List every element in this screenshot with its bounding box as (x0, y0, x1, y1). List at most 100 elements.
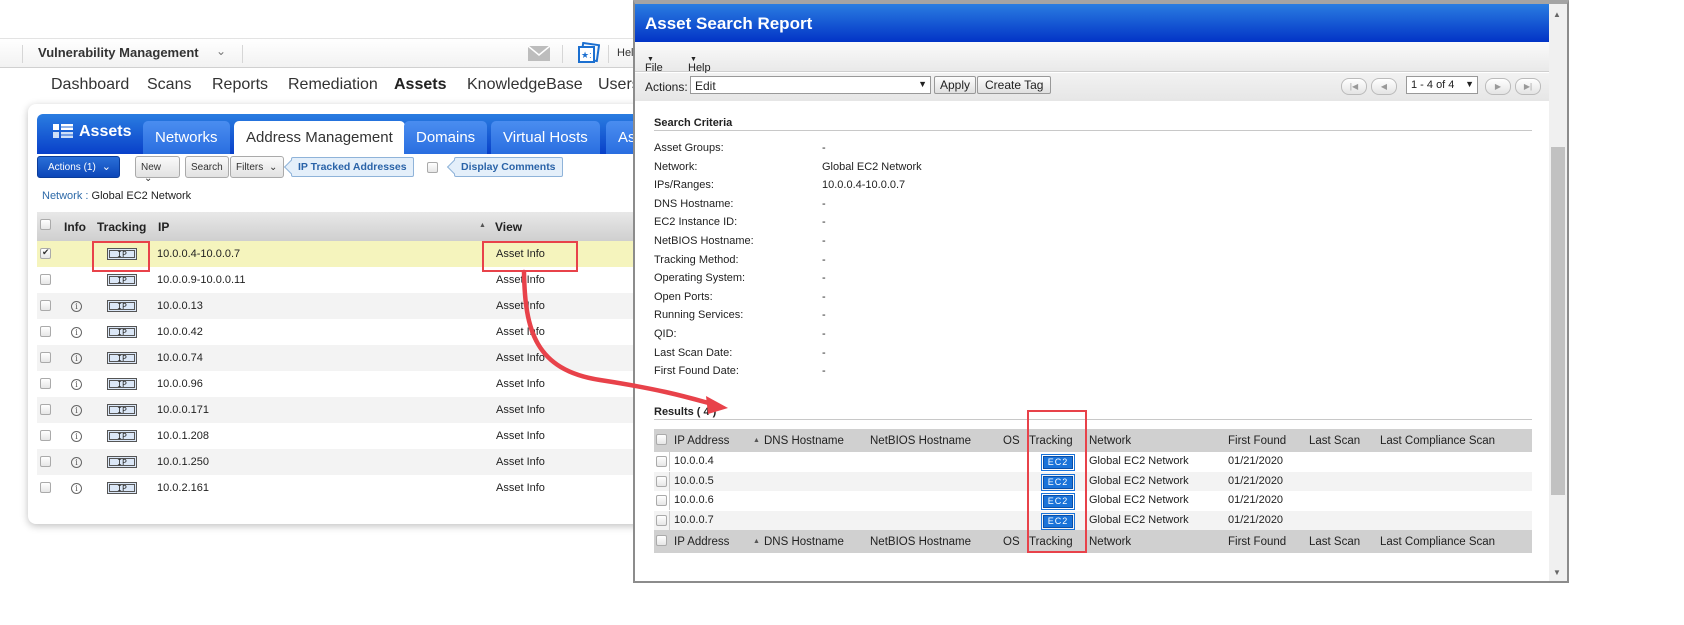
menu-help[interactable]: Help ▼ (688, 52, 711, 74)
row-checkbox[interactable] (656, 456, 667, 467)
row-checkbox[interactable] (656, 475, 667, 487)
table-row[interactable]: i IP 10.0.0.42 Asset Info (37, 319, 668, 345)
info-icon[interactable]: i (71, 483, 82, 494)
create-tag-button[interactable]: Create Tag (977, 76, 1052, 94)
table-row[interactable]: i IP 10.0.1.208 Asset Info (37, 423, 668, 449)
row-checkbox[interactable] (40, 326, 51, 337)
row-checkbox[interactable] (656, 495, 667, 506)
chevron-down-icon[interactable]: ⌄ (216, 44, 226, 58)
info-icon[interactable]: i (71, 431, 82, 442)
column-header[interactable]: IP Address (674, 536, 729, 548)
asset-info-link[interactable]: Asset Info (496, 456, 545, 468)
row-checkbox[interactable] (40, 300, 51, 311)
actions-button[interactable]: Actions (1) ⌄ (37, 156, 120, 178)
asset-info-link[interactable]: Asset Info (496, 482, 545, 494)
help-link[interactable]: Hel (617, 47, 634, 59)
select-all-checkbox[interactable] (656, 434, 667, 445)
result-ip[interactable]: 10.0.0.6 (674, 494, 714, 506)
asset-info-link[interactable]: Asset Info (496, 404, 545, 416)
tab-address-management[interactable]: Address Management (234, 121, 405, 154)
table-row[interactable]: i IP 10.0.0.171 Asset Info (37, 397, 668, 423)
table-row[interactable]: i IP 10.0.0.96 Asset Info (37, 371, 668, 397)
nav-reports[interactable]: Reports (212, 76, 268, 94)
result-ip[interactable]: 10.0.0.5 (674, 475, 714, 487)
column-header[interactable]: Last Compliance Scan (1380, 435, 1495, 447)
column-header[interactable]: Last Scan (1309, 435, 1360, 447)
column-header[interactable]: First Found (1228, 435, 1286, 447)
result-ip[interactable]: 10.0.0.7 (674, 514, 714, 526)
column-header[interactable]: OS (1003, 435, 1020, 447)
asset-info-link[interactable]: Asset Info (496, 352, 545, 364)
nav-remediation[interactable]: Remediation (288, 76, 378, 94)
asset-info-link[interactable]: Asset Info (496, 326, 545, 338)
nav-assets[interactable]: Assets (394, 76, 446, 94)
column-header[interactable]: DNS Hostname (764, 435, 844, 447)
search-button[interactable]: Search (185, 156, 229, 178)
previous-page-button[interactable]: ◀ (1371, 78, 1397, 95)
menu-file[interactable]: File ▼ (645, 52, 663, 74)
page-range-select[interactable]: 1 - 4 of 4 ▼ (1406, 76, 1478, 94)
sort-asc-icon[interactable]: ▲ (753, 538, 760, 545)
info-icon[interactable]: i (71, 405, 82, 416)
column-header[interactable]: OS (1003, 536, 1020, 548)
asset-info-link[interactable]: Asset Info (496, 430, 545, 442)
info-icon[interactable]: i (71, 353, 82, 364)
result-row[interactable]: 10.0.0.7 EC2 Global EC2 Network 01/21/2020 (654, 510, 1532, 530)
info-icon[interactable]: i (71, 327, 82, 338)
row-checkbox[interactable] (40, 482, 51, 493)
tab-domains[interactable]: Domains (404, 121, 488, 154)
table-row[interactable]: i IP 10.0.1.250 Asset Info (37, 449, 668, 475)
ip-tracked-filter-tag[interactable]: IP Tracked Addresses (291, 157, 414, 177)
asset-info-link[interactable]: Asset Info (496, 378, 545, 390)
column-header[interactable]: Network (1089, 435, 1131, 447)
select-all-checkbox[interactable] (656, 535, 667, 546)
result-ip[interactable]: 10.0.0.4 (674, 455, 714, 467)
row-checkbox[interactable] (40, 404, 51, 415)
table-row[interactable]: i IP 10.0.0.74 Asset Info (37, 345, 668, 371)
new-button[interactable]: New ⌄ (135, 156, 180, 184)
row-checkbox[interactable] (40, 352, 51, 363)
column-header[interactable]: Network (1089, 536, 1131, 548)
next-page-button[interactable]: ▶ (1485, 78, 1511, 95)
nav-scans[interactable]: Scans (147, 76, 191, 94)
row-checkbox[interactable] (40, 430, 51, 441)
nav-dashboard[interactable]: Dashboard (51, 76, 129, 94)
actions-select[interactable]: Edit ▼ (690, 76, 931, 94)
row-checkbox[interactable] (40, 456, 51, 467)
asset-info-link[interactable]: Asset Info (496, 300, 545, 312)
row-checkbox[interactable] (656, 514, 667, 526)
display-comments-checkbox[interactable] (427, 162, 438, 173)
info-icon[interactable]: i (71, 379, 82, 390)
column-header[interactable]: NetBIOS Hostname (870, 435, 971, 447)
tab-networks[interactable]: Networks (143, 121, 230, 154)
result-row[interactable]: 10.0.0.5 EC2 Global EC2 Network 01/21/2020 (654, 471, 1532, 491)
filters-button[interactable]: Filters ⌄ (230, 156, 284, 178)
result-row[interactable]: 10.0.0.6 EC2 Global EC2 Network 01/21/2020 (654, 491, 1532, 511)
info-icon[interactable]: i (71, 301, 82, 312)
sort-asc-icon[interactable]: ▲ (479, 222, 486, 229)
result-row[interactable]: 10.0.0.4 EC2 Global EC2 Network 01/21/2020 (654, 452, 1532, 472)
row-checkbox[interactable] (40, 378, 51, 389)
scroll-up-icon[interactable]: ▲ (1553, 10, 1561, 19)
column-tracking[interactable]: Tracking (97, 220, 146, 234)
last-page-button[interactable]: ▶| (1515, 78, 1541, 95)
column-header[interactable]: Last Scan (1309, 536, 1360, 548)
tab-virtual-hosts[interactable]: Virtual Hosts (491, 121, 600, 154)
select-all-checkbox[interactable] (40, 219, 51, 230)
column-view[interactable]: View (495, 220, 522, 234)
sort-asc-icon[interactable]: ▲ (753, 437, 760, 444)
row-checkbox[interactable] (40, 248, 51, 259)
column-info[interactable]: Info (64, 220, 86, 234)
mail-icon[interactable] (528, 46, 550, 61)
display-comments-tag[interactable]: Display Comments (454, 157, 563, 177)
row-checkbox[interactable] (40, 274, 51, 285)
table-row[interactable]: i IP 10.0.0.13 Asset Info (37, 293, 668, 319)
scrollbar-thumb[interactable] (1551, 147, 1565, 495)
nav-knowledgebase[interactable]: KnowledgeBase (467, 76, 583, 94)
column-ip[interactable]: IP (158, 220, 169, 234)
module-selector[interactable]: Vulnerability Management (38, 45, 199, 60)
column-header[interactable]: First Found (1228, 536, 1286, 548)
app-launcher-icon[interactable]: ★: (578, 42, 600, 64)
column-header[interactable]: NetBIOS Hostname (870, 536, 971, 548)
first-page-button[interactable]: |◀ (1341, 78, 1367, 95)
